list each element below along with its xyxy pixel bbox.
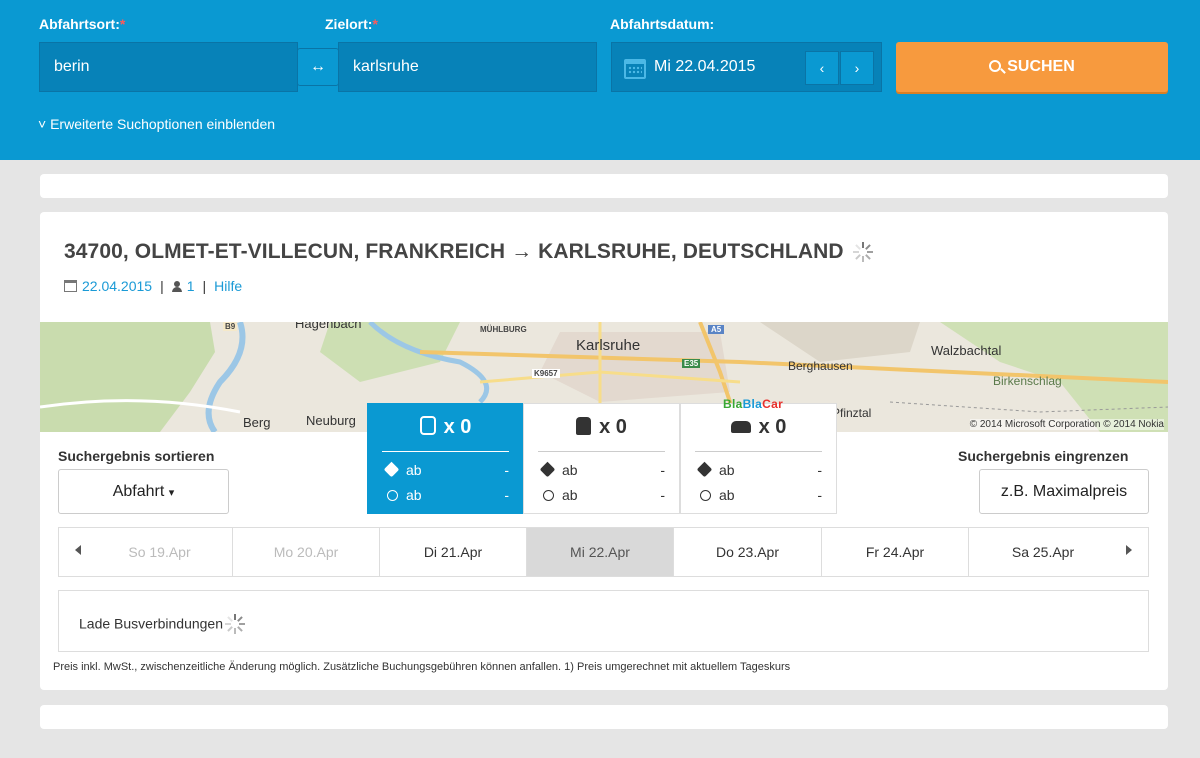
- chevron-down-icon: ˅: [38, 116, 47, 132]
- blablacar-logo: BlaBlaCar: [723, 397, 784, 411]
- person-icon: [171, 281, 182, 292]
- loading-text: Lade Busverbindungen: [79, 615, 224, 632]
- chevron-right-icon: ›: [854, 60, 860, 76]
- destination-input[interactable]: [338, 42, 597, 92]
- price-tag-icon: [539, 461, 556, 478]
- map-label: B9: [223, 322, 238, 331]
- calendar-icon: [64, 280, 77, 292]
- train-icon: [576, 417, 592, 435]
- search-button[interactable]: SUCHEN: [896, 42, 1168, 92]
- prev-date-button[interactable]: ‹: [805, 51, 839, 85]
- bus-icon: [419, 416, 436, 435]
- map-label: Hagenbach: [295, 322, 362, 331]
- filter-label: Suchergebnis eingrenzen: [958, 448, 1129, 464]
- advanced-options-link[interactable]: ˅ Erweiterte Suchoptionen einblenden: [38, 116, 275, 132]
- map-label: Berg: [243, 415, 271, 430]
- filter-button[interactable]: z.B. Maximalpreis: [979, 469, 1149, 514]
- map-label: K9657: [532, 369, 560, 378]
- day-tab[interactable]: Fr 24.Apr: [822, 528, 969, 576]
- info-panel: [40, 174, 1168, 198]
- date-strip: So 19.Apr Mo 20.Apr Di 21.Apr Mi 22.Apr …: [58, 527, 1149, 577]
- car-icon: [730, 421, 751, 433]
- sort-dropdown[interactable]: Abfahrt ▾: [58, 469, 229, 514]
- clock-icon: [387, 490, 398, 501]
- origin-label: Abfahrtsort:*: [39, 16, 126, 32]
- bottom-panel: [40, 705, 1168, 729]
- mode-tab-bus[interactable]: x 0 ab - ab -: [367, 403, 524, 514]
- search-header: Abfahrtsort:* ↔ Zielort:* Abfahrtsdatum:…: [0, 0, 1200, 160]
- next-date-button[interactable]: ›: [840, 51, 874, 85]
- price-tag-icon: [383, 461, 400, 478]
- price-tag-icon: [696, 461, 713, 478]
- date-value: Mi 22.04.2015: [654, 58, 756, 75]
- chevron-left-icon: ‹: [819, 60, 825, 76]
- map-credit: © 2014 Microsoft Corporation © 2014 Noki…: [969, 419, 1164, 430]
- passenger-count-link[interactable]: 1: [187, 278, 195, 294]
- mode-tab-car[interactable]: x 0 ab - ab -: [680, 403, 837, 514]
- train-count: x 0: [524, 416, 679, 439]
- day-tab[interactable]: Di 21.Apr: [380, 528, 527, 576]
- map-label: Birkenschlag: [993, 374, 1062, 388]
- loading-spinner-icon: [224, 613, 248, 637]
- price-footnote: Preis inkl. MwSt., zwischenzeitliche Änd…: [53, 661, 791, 673]
- map-label: Pfinztal: [832, 406, 872, 420]
- chevron-left-icon[interactable]: [75, 545, 81, 555]
- swap-icon: ↔: [310, 58, 326, 75]
- calendar-icon: [624, 59, 646, 79]
- map-label: Berghausen: [788, 359, 853, 373]
- map-label: Walzbachtal: [931, 343, 1002, 358]
- route-meta: 22.04.2015 | 1 | Hilfe: [64, 278, 242, 294]
- route-title: 34700, OLMET-ET-VILLECUN, FRANKREICH → K…: [64, 240, 874, 264]
- date-label: Abfahrtsdatum:: [610, 16, 715, 32]
- search-icon: [989, 60, 1002, 72]
- loading-spinner-icon: [852, 241, 874, 263]
- route-date-link[interactable]: 22.04.2015: [82, 278, 152, 294]
- day-tab: Mo 20.Apr: [233, 528, 380, 576]
- loading-box: Lade Busverbindungen: [58, 590, 1149, 652]
- date-field[interactable]: Mi 22.04.2015 ‹ ›: [611, 42, 882, 92]
- swap-button[interactable]: ↔: [297, 48, 339, 86]
- caret-down-icon: ▾: [168, 487, 175, 499]
- bus-count: x 0: [368, 416, 523, 439]
- map-label: MÜHLBURG: [480, 325, 527, 334]
- day-tab[interactable]: Do 23.Apr: [674, 528, 822, 576]
- clock-icon: [700, 490, 711, 501]
- map-label: E35: [682, 359, 701, 368]
- destination-label: Zielort:*: [325, 16, 378, 32]
- mode-tab-train[interactable]: x 0 ab - ab -: [523, 403, 680, 514]
- help-link[interactable]: Hilfe: [214, 278, 242, 294]
- day-tab: So 19.Apr: [87, 528, 233, 576]
- map-label: Neuburg: [306, 413, 356, 428]
- day-tab-selected[interactable]: Mi 22.Apr: [527, 528, 674, 576]
- map-label: A5: [708, 325, 725, 334]
- car-count: x 0: [681, 416, 836, 439]
- chevron-right-icon[interactable]: [1126, 545, 1132, 555]
- day-tab[interactable]: Sa 25.Apr: [969, 528, 1117, 576]
- sort-label: Suchergebnis sortieren: [58, 448, 215, 464]
- map-label: Karlsruhe: [576, 337, 641, 354]
- clock-icon: [543, 490, 554, 501]
- origin-input[interactable]: [39, 42, 298, 92]
